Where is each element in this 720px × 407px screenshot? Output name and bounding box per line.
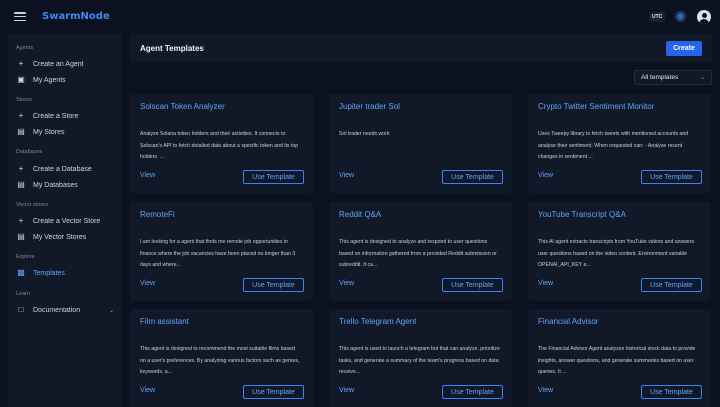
template-card: Financial Advisor The Financial Advisor … — [528, 309, 711, 407]
sidebar-item-my-vector-stores[interactable]: ▤ My Vector Stores — [14, 230, 118, 244]
view-link[interactable]: View — [339, 387, 354, 394]
plus-icon: + — [18, 216, 24, 225]
use-template-button[interactable]: Use Template — [243, 278, 304, 292]
template-card: Solscan Token Analyzer Analyze Solana to… — [130, 94, 313, 193]
top-bar: SwarmNode UTC ⚙ — [0, 0, 720, 34]
view-link[interactable]: View — [538, 280, 553, 287]
sidebar-item-templates[interactable]: ▩ Templates — [14, 266, 118, 280]
view-link[interactable]: View — [538, 387, 553, 394]
create-button[interactable]: Create — [666, 41, 702, 56]
sidebar-item-create-store[interactable]: + Create a Store — [14, 109, 118, 123]
template-title: Solscan Token Analyzer — [140, 102, 225, 111]
view-link[interactable]: View — [140, 387, 155, 394]
sidebar-item-documentation[interactable]: □ Documentation ⌄ — [14, 303, 118, 317]
template-card: Trello Telegram Agent This agent is used… — [329, 309, 512, 407]
template-title: YouTube Transcript Q&A — [538, 210, 626, 219]
sidebar-section-agents: Agents — [16, 45, 34, 51]
use-template-button[interactable]: Use Template — [442, 278, 503, 292]
template-title: Film assistant — [140, 317, 189, 326]
plus-icon: + — [18, 59, 24, 68]
template-title: Reddit Q&A — [339, 210, 382, 219]
use-template-button[interactable]: Use Template — [243, 170, 304, 184]
templates-icon: ▩ — [17, 268, 25, 277]
template-title: Jupiter trader Sol — [339, 102, 400, 111]
use-template-button[interactable]: Use Template — [243, 385, 304, 399]
sidebar-item-create-agent[interactable]: + Create an Agent — [14, 57, 118, 71]
view-link[interactable]: View — [339, 280, 354, 287]
view-link[interactable]: View — [140, 172, 155, 179]
template-title: Financial Advisor — [538, 317, 599, 326]
use-template-button[interactable]: Use Template — [442, 385, 503, 399]
robot-icon: ▣ — [17, 75, 25, 84]
filter-selected-value: All templates — [641, 74, 679, 81]
template-description: I am looking for a agent that finds me r… — [140, 239, 296, 268]
template-description: The Financial Advisor Agent analyzes his… — [538, 346, 696, 375]
template-description: This agent is designed to recommend the … — [140, 346, 300, 375]
sidebar-section-explore: Explore — [16, 254, 35, 260]
template-description: This AI agent extracts transcripts from … — [538, 239, 695, 268]
sidebar-item-my-databases[interactable]: ▤ My Databases — [14, 178, 118, 192]
sidebar-section-databases: Databases — [16, 149, 43, 155]
sidebar-section-learn: Learn — [16, 291, 31, 297]
sidebar-item-my-agents[interactable]: ▣ My Agents — [14, 73, 118, 87]
sidebar-section-vector-stores: Vector stores — [16, 202, 49, 208]
template-card: RemoteFi I am looking for a agent that f… — [130, 202, 313, 301]
use-template-button[interactable]: Use Template — [442, 170, 503, 184]
template-title: Crypto Twitter Sentiment Monitor — [538, 102, 655, 111]
template-description: Sol trader needs work — [339, 131, 390, 137]
template-card: Reddit Q&A This agent is designed to ana… — [329, 202, 512, 301]
use-template-button[interactable]: Use Template — [641, 170, 702, 184]
database-icon: ▤ — [17, 232, 25, 241]
template-description: Uses Tweepy library to fetch tweets with… — [538, 131, 689, 160]
view-link[interactable]: View — [339, 172, 354, 179]
template-card: YouTube Transcript Q&A This AI agent ext… — [528, 202, 711, 301]
view-link[interactable]: View — [140, 280, 155, 287]
chevron-down-icon: ⌄ — [108, 307, 114, 314]
template-card: Film assistant This agent is designed to… — [130, 309, 313, 407]
use-template-button[interactable]: Use Template — [641, 278, 702, 292]
menu-icon[interactable] — [14, 12, 26, 22]
database-icon: ▤ — [17, 180, 25, 189]
sidebar-item-create-database[interactable]: + Create a Database — [14, 162, 118, 176]
template-description: Analyze Solana token holders and their a… — [140, 131, 299, 160]
sidebar-section-stores: Stores — [16, 97, 32, 103]
book-icon: □ — [18, 305, 24, 314]
plus-icon: + — [18, 111, 24, 120]
page-title: Agent Templates — [140, 44, 204, 53]
sidebar: Agents + Create an Agent ▣ My Agents Store… — [8, 34, 122, 407]
utc-badge[interactable]: UTC — [649, 12, 666, 22]
sidebar-item-create-vector-store[interactable]: + Create a Vector Store — [14, 214, 118, 228]
template-filter-select[interactable]: All templates ⌄ — [634, 70, 712, 85]
template-title: Trello Telegram Agent — [339, 317, 417, 326]
brand-logo[interactable]: SwarmNode — [42, 11, 110, 22]
sidebar-item-my-stores[interactable]: ▤ My Stores — [14, 125, 118, 139]
chevron-down-icon: ⌄ — [699, 75, 705, 81]
template-description: This agent is used to launch a telegram … — [339, 346, 500, 375]
database-icon: ▤ — [17, 127, 25, 136]
use-template-button[interactable]: Use Template — [641, 385, 702, 399]
template-description: This agent is designed to analyze and re… — [339, 239, 497, 268]
template-card: Crypto Twitter Sentiment Monitor Uses Tw… — [528, 94, 711, 193]
page-header: Agent Templates Create — [130, 34, 712, 63]
template-title: RemoteFi — [140, 210, 175, 219]
user-avatar-icon[interactable] — [697, 10, 711, 24]
settings-icon[interactable]: ⚙ — [675, 11, 686, 22]
plus-icon: + — [18, 164, 24, 173]
template-card: Jupiter trader Sol Sol trader needs work… — [329, 94, 512, 193]
view-link[interactable]: View — [538, 172, 553, 179]
